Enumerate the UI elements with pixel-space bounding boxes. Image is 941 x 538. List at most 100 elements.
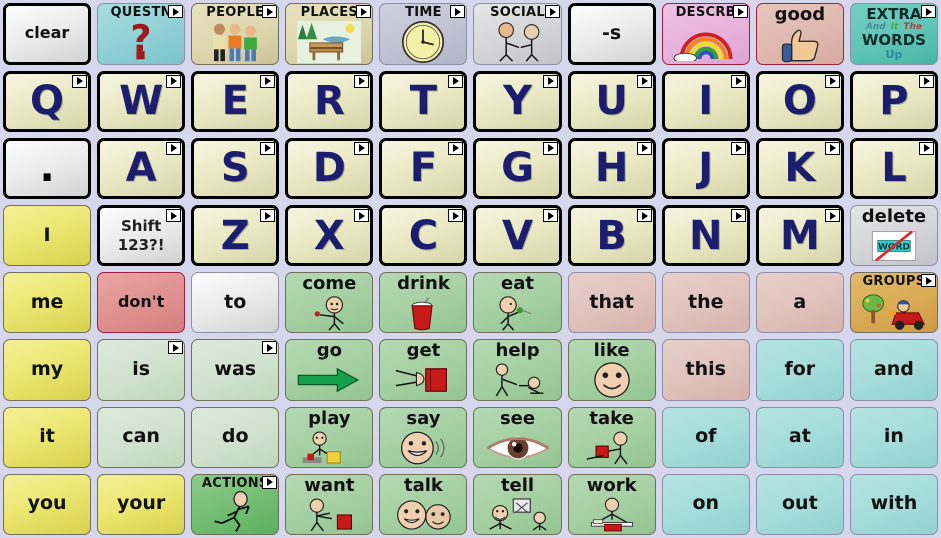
key-people[interactable]: PEOPLE [191, 3, 280, 65]
key-f[interactable]: F [379, 137, 468, 200]
link-arrow-icon[interactable] [824, 141, 840, 155]
key-want[interactable]: want [285, 473, 374, 535]
link-arrow-icon[interactable] [166, 209, 182, 223]
link-arrow-icon[interactable] [72, 74, 88, 88]
key-k[interactable]: K [755, 137, 844, 200]
link-arrow-icon[interactable] [542, 74, 558, 88]
key-v[interactable]: V [473, 205, 562, 267]
key-talk[interactable]: talk [379, 473, 468, 535]
key-delete[interactable]: delete WORD [849, 205, 938, 267]
key-to[interactable]: to [191, 272, 280, 334]
key-out[interactable]: out [755, 473, 844, 535]
key-actions[interactable]: ACTIONS [191, 473, 280, 535]
key-play[interactable]: play [285, 406, 374, 468]
key-don-t[interactable]: don't [97, 272, 186, 334]
key-on[interactable]: on [661, 473, 750, 535]
key-s[interactable]: S [191, 137, 280, 200]
link-arrow-icon[interactable] [262, 475, 278, 489]
link-arrow-icon[interactable] [636, 141, 652, 155]
link-arrow-icon[interactable] [730, 209, 746, 223]
key-clear[interactable]: clear [3, 3, 92, 65]
key-i[interactable]: I [661, 70, 750, 132]
link-arrow-icon[interactable] [262, 5, 278, 18]
key-like[interactable]: like [567, 339, 656, 401]
link-arrow-icon[interactable] [920, 5, 936, 18]
link-arrow-icon[interactable] [354, 74, 370, 88]
key-that[interactable]: that [567, 272, 656, 334]
key-this[interactable]: this [661, 339, 750, 401]
link-arrow-icon[interactable] [450, 5, 466, 18]
link-arrow-icon[interactable] [918, 141, 934, 155]
key-your[interactable]: your [97, 473, 186, 535]
key-you[interactable]: you [3, 473, 92, 535]
key-i[interactable]: I [3, 205, 92, 267]
key-e[interactable]: E [191, 70, 280, 132]
key-see[interactable]: see [473, 406, 562, 468]
key-social[interactable]: SOCIAL [473, 3, 562, 65]
key-h[interactable]: H [567, 137, 656, 200]
key-l[interactable]: L [849, 137, 938, 200]
key-p[interactable]: P [849, 70, 938, 132]
link-arrow-icon[interactable] [354, 209, 370, 223]
link-arrow-icon[interactable] [730, 141, 746, 155]
link-arrow-icon[interactable] [168, 341, 184, 355]
link-arrow-icon[interactable] [166, 141, 182, 155]
key-y[interactable]: Y [473, 70, 562, 132]
key-for[interactable]: for [755, 339, 844, 401]
link-arrow-icon[interactable] [544, 5, 560, 18]
key-help[interactable]: help [473, 339, 562, 401]
link-arrow-icon[interactable] [262, 341, 278, 355]
link-arrow-icon[interactable] [260, 74, 276, 88]
key-descrb[interactable]: DESCRB [661, 3, 750, 65]
link-arrow-icon[interactable] [824, 209, 840, 223]
key-was[interactable]: was [191, 339, 280, 401]
link-arrow-icon[interactable] [448, 141, 464, 155]
key-drink[interactable]: drink [379, 272, 468, 334]
link-arrow-icon[interactable] [918, 74, 934, 88]
key-in[interactable]: in [849, 406, 938, 468]
key-good[interactable]: good [755, 3, 844, 65]
key-eat[interactable]: eat [473, 272, 562, 334]
key-the[interactable]: the [661, 272, 750, 334]
link-arrow-icon[interactable] [166, 74, 182, 88]
key-go[interactable]: go [285, 339, 374, 401]
key-shift-123[interactable]: Shift 123?! [97, 205, 186, 267]
link-arrow-icon[interactable] [168, 5, 184, 18]
key-o[interactable]: O [755, 70, 844, 132]
key-c[interactable]: C [379, 205, 468, 267]
key-me[interactable]: me [3, 272, 92, 334]
link-arrow-icon[interactable] [542, 209, 558, 223]
key-q[interactable]: Q [3, 70, 92, 132]
key-at[interactable]: at [755, 406, 844, 468]
link-arrow-icon[interactable] [542, 141, 558, 155]
key-d[interactable]: D [285, 137, 374, 200]
key-tell[interactable]: tell [473, 473, 562, 535]
key-m[interactable]: M [755, 205, 844, 267]
key-come[interactable]: come [285, 272, 374, 334]
key-my[interactable]: my [3, 339, 92, 401]
key-u[interactable]: U [567, 70, 656, 132]
key-extra[interactable]: EXTRA And It The WORDS Up [849, 3, 938, 65]
key-a[interactable]: a [755, 272, 844, 334]
link-arrow-icon[interactable] [260, 209, 276, 223]
key-t[interactable]: T [379, 70, 468, 132]
key-work[interactable]: work [567, 473, 656, 535]
link-arrow-icon[interactable] [824, 74, 840, 88]
link-arrow-icon[interactable] [448, 74, 464, 88]
key-r[interactable]: R [285, 70, 374, 132]
key-get[interactable]: get [379, 339, 468, 401]
key-time[interactable]: TIME [379, 3, 468, 65]
key-questn[interactable]: QUESTN? [97, 3, 186, 65]
key-places[interactable]: PLACES [285, 3, 374, 65]
key-a[interactable]: A [97, 137, 186, 200]
key-and[interactable]: and [849, 339, 938, 401]
link-arrow-icon[interactable] [730, 74, 746, 88]
key-with[interactable]: with [849, 473, 938, 535]
key-can[interactable]: can [97, 406, 186, 468]
key-z[interactable]: Z [191, 205, 280, 267]
key-s[interactable]: -s [567, 3, 656, 65]
link-arrow-icon[interactable] [354, 141, 370, 155]
key-say[interactable]: say [379, 406, 468, 468]
link-arrow-icon[interactable] [448, 209, 464, 223]
key-do[interactable]: do [191, 406, 280, 468]
